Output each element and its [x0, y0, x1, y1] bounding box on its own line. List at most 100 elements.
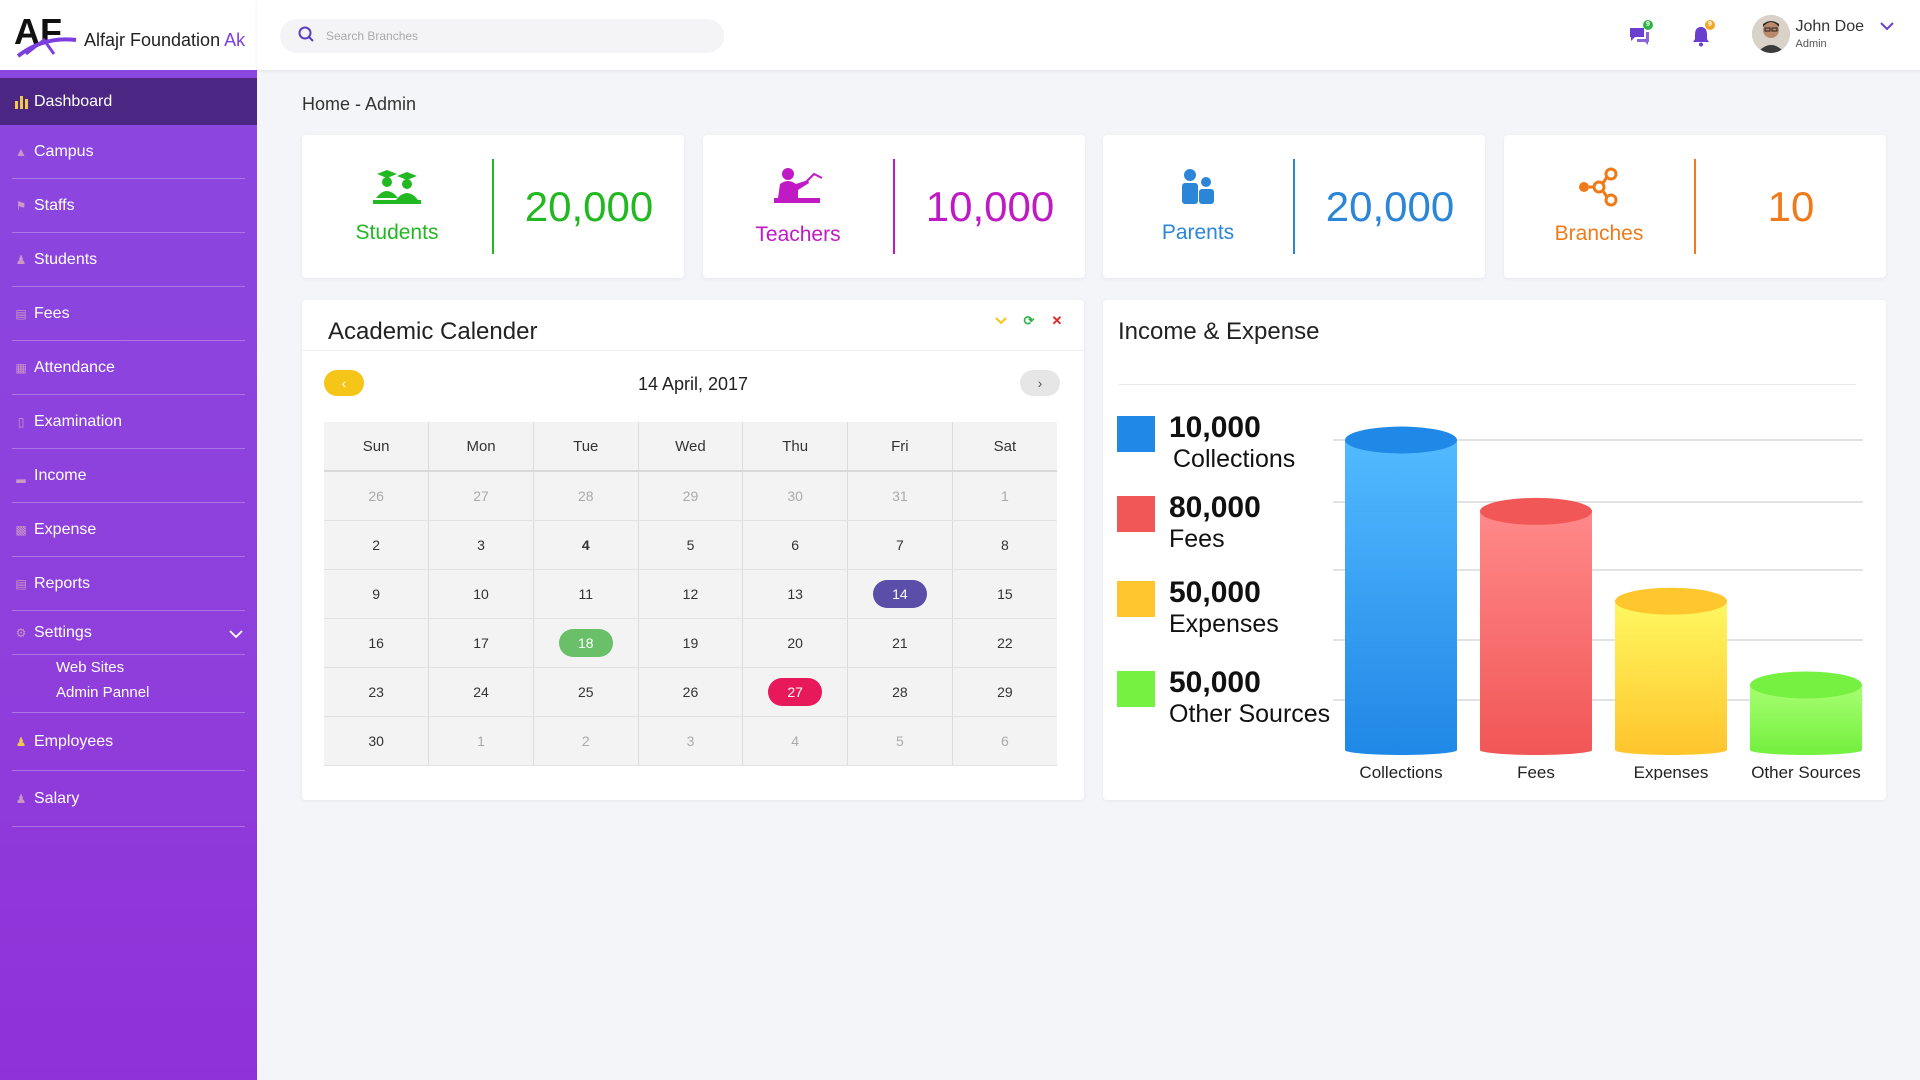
- calendar-week-row: 23 24 25 26 27 28 29: [324, 667, 1057, 717]
- calendar-day[interactable]: 27: [428, 471, 534, 521]
- stat-label: Teachers: [755, 223, 841, 246]
- calendar-day[interactable]: 31: [847, 471, 953, 521]
- calendar-day[interactable]: 2: [324, 520, 430, 570]
- sidebar-item-reports[interactable]: ▤ Reports: [0, 557, 257, 611]
- sidebar-subitem-admin-pannel[interactable]: Admin Pannel: [56, 680, 257, 705]
- stat-card-teachers[interactable]: Teachers 10,000: [703, 135, 1085, 278]
- sidebar-item-students[interactable]: ♟ Students: [0, 233, 257, 287]
- calendar-day[interactable]: 10: [428, 569, 534, 619]
- calendar-day[interactable]: 11: [533, 569, 639, 619]
- sidebar-item-examination[interactable]: ▯ Examination: [0, 395, 257, 449]
- calendar-day[interactable]: 28: [847, 667, 953, 717]
- calendar-day[interactable]: 29: [952, 667, 1057, 717]
- calendar-day[interactable]: 25: [533, 667, 639, 717]
- calendar-day[interactable]: 4: [533, 520, 639, 570]
- notifications-button[interactable]: 9: [1689, 20, 1715, 48]
- calendar-day[interactable]: 12: [638, 569, 744, 619]
- calendar-day[interactable]: 17: [428, 618, 534, 668]
- sidebar-item-fees[interactable]: ▤ Fees: [0, 287, 257, 341]
- weekday-header: Mon: [428, 422, 534, 472]
- sidebar-item-staffs[interactable]: ⚑ Staffs: [0, 179, 257, 233]
- chart-bar-expenses[interactable]: [1615, 587, 1727, 755]
- legend-swatch: [1117, 671, 1155, 707]
- calendar-day[interactable]: 6: [952, 716, 1057, 766]
- search-icon[interactable]: [298, 26, 314, 47]
- sidebar-item-attendance[interactable]: ▦ Attendance: [0, 341, 257, 395]
- search-input[interactable]: [326, 29, 706, 43]
- refresh-icon[interactable]: ⟳: [1022, 313, 1036, 328]
- calendar-next-button[interactable]: ›: [1020, 370, 1060, 396]
- teacher-icon: [772, 166, 824, 213]
- user-name: John Doe: [1795, 18, 1865, 35]
- calendar-day[interactable]: 15: [952, 569, 1057, 619]
- chart-bar-fees[interactable]: [1480, 497, 1592, 755]
- calendar-day[interactable]: 26: [324, 471, 430, 521]
- legend-item-collections: 10,000 Collections: [1117, 412, 1295, 474]
- calendar-day[interactable]: 20: [742, 618, 849, 668]
- sidebar-item-salary[interactable]: ♟ Salary: [0, 771, 257, 827]
- calendar-day[interactable]: 30: [742, 471, 849, 521]
- calendar-day[interactable]: 22: [952, 618, 1057, 668]
- chart-bar-other-sources[interactable]: [1750, 671, 1862, 755]
- weekday-header: Tue: [533, 422, 639, 472]
- stat-card-branches[interactable]: Branches 10: [1504, 135, 1886, 278]
- reports-icon: ▤: [15, 577, 27, 591]
- collapse-icon[interactable]: [994, 314, 1008, 328]
- calendar-day[interactable]: 3: [428, 520, 534, 570]
- sidebar-item-campus[interactable]: ▲ Campus: [0, 125, 257, 179]
- calendar-day[interactable]: 28: [533, 471, 639, 521]
- calendar-day[interactable]: 5: [847, 716, 953, 766]
- calendar-day[interactable]: 29: [638, 471, 744, 521]
- calendar-day[interactable]: 3: [638, 716, 744, 766]
- calendar-day[interactable]: 6: [742, 520, 849, 570]
- calendar-day[interactable]: 8: [952, 520, 1057, 570]
- calendar-day[interactable]: 16: [324, 618, 430, 668]
- chevron-down-icon[interactable]: [1880, 18, 1894, 36]
- legend-value: 80,000: [1169, 491, 1261, 524]
- sidebar-item-label: Reports: [34, 575, 91, 592]
- calendar-day[interactable]: 23: [324, 667, 430, 717]
- calendar-day[interactable]: 9: [324, 569, 430, 619]
- calendar-day[interactable]: 27: [742, 667, 849, 717]
- brand[interactable]: AF Alfajr Foundation Ak: [0, 0, 257, 70]
- calendar-day[interactable]: 2: [533, 716, 639, 766]
- calendar-day[interactable]: 30: [324, 716, 430, 766]
- legend-item-expenses: 50,000 Expenses: [1117, 577, 1279, 639]
- calendar-day[interactable]: 13: [742, 569, 849, 619]
- search-bar: [280, 19, 724, 53]
- calendar-day[interactable]: 14: [847, 569, 953, 619]
- calendar-day[interactable]: 7: [847, 520, 953, 570]
- sidebar-item-dashboard[interactable]: Dashboard: [0, 78, 257, 125]
- user-menu[interactable]: John Doe Admin: [1751, 15, 1895, 53]
- stat-card-students[interactable]: Students 20,000: [302, 135, 684, 278]
- chevron-down-icon[interactable]: [229, 626, 243, 644]
- weekday-header: Sun: [324, 422, 430, 472]
- stat-card-header: Parents: [1103, 135, 1293, 278]
- calendar-day[interactable]: 21: [847, 618, 953, 668]
- sidebar-item-expense[interactable]: ▩ Expense: [0, 503, 257, 557]
- sidebar-item-label: Salary: [34, 790, 80, 807]
- sidebar-item-employees[interactable]: ♟ Employees: [0, 713, 257, 771]
- calendar-week-row: 9 10 11 12 13 14 15: [324, 569, 1057, 619]
- sidebar-item-settings[interactable]: ⚙ Settings: [0, 611, 257, 655]
- sidebar-subitem-web-sites[interactable]: Web Sites: [56, 655, 257, 680]
- calendar-day[interactable]: 1: [952, 471, 1057, 521]
- bell-icon: [1689, 27, 1713, 52]
- legend-value: 50,000: [1169, 666, 1261, 699]
- stat-card-parents[interactable]: Parents 20,000: [1103, 135, 1485, 278]
- calendar-day-highlight: 18: [558, 628, 613, 657]
- sidebar-item-income[interactable]: ▂ Income: [0, 449, 257, 503]
- chat-button[interactable]: 9: [1627, 20, 1653, 48]
- calendar-date-label: 14 April, 2017: [637, 374, 749, 394]
- calendar-day[interactable]: 4: [742, 716, 849, 766]
- calendar-day[interactable]: 19: [638, 618, 744, 668]
- calendar-day[interactable]: 18: [533, 618, 639, 668]
- breadcrumb: Home - Admin: [302, 94, 417, 114]
- calendar-day[interactable]: 24: [428, 667, 534, 717]
- calendar-day[interactable]: 26: [638, 667, 744, 717]
- calendar-day[interactable]: 1: [428, 716, 534, 766]
- income-expense-panel: Income & Expense 10,000 Collections 80,0…: [1103, 300, 1886, 800]
- close-icon[interactable]: ✕: [1050, 313, 1064, 328]
- chart-bar-collections[interactable]: [1345, 426, 1457, 755]
- calendar-day[interactable]: 5: [638, 520, 744, 570]
